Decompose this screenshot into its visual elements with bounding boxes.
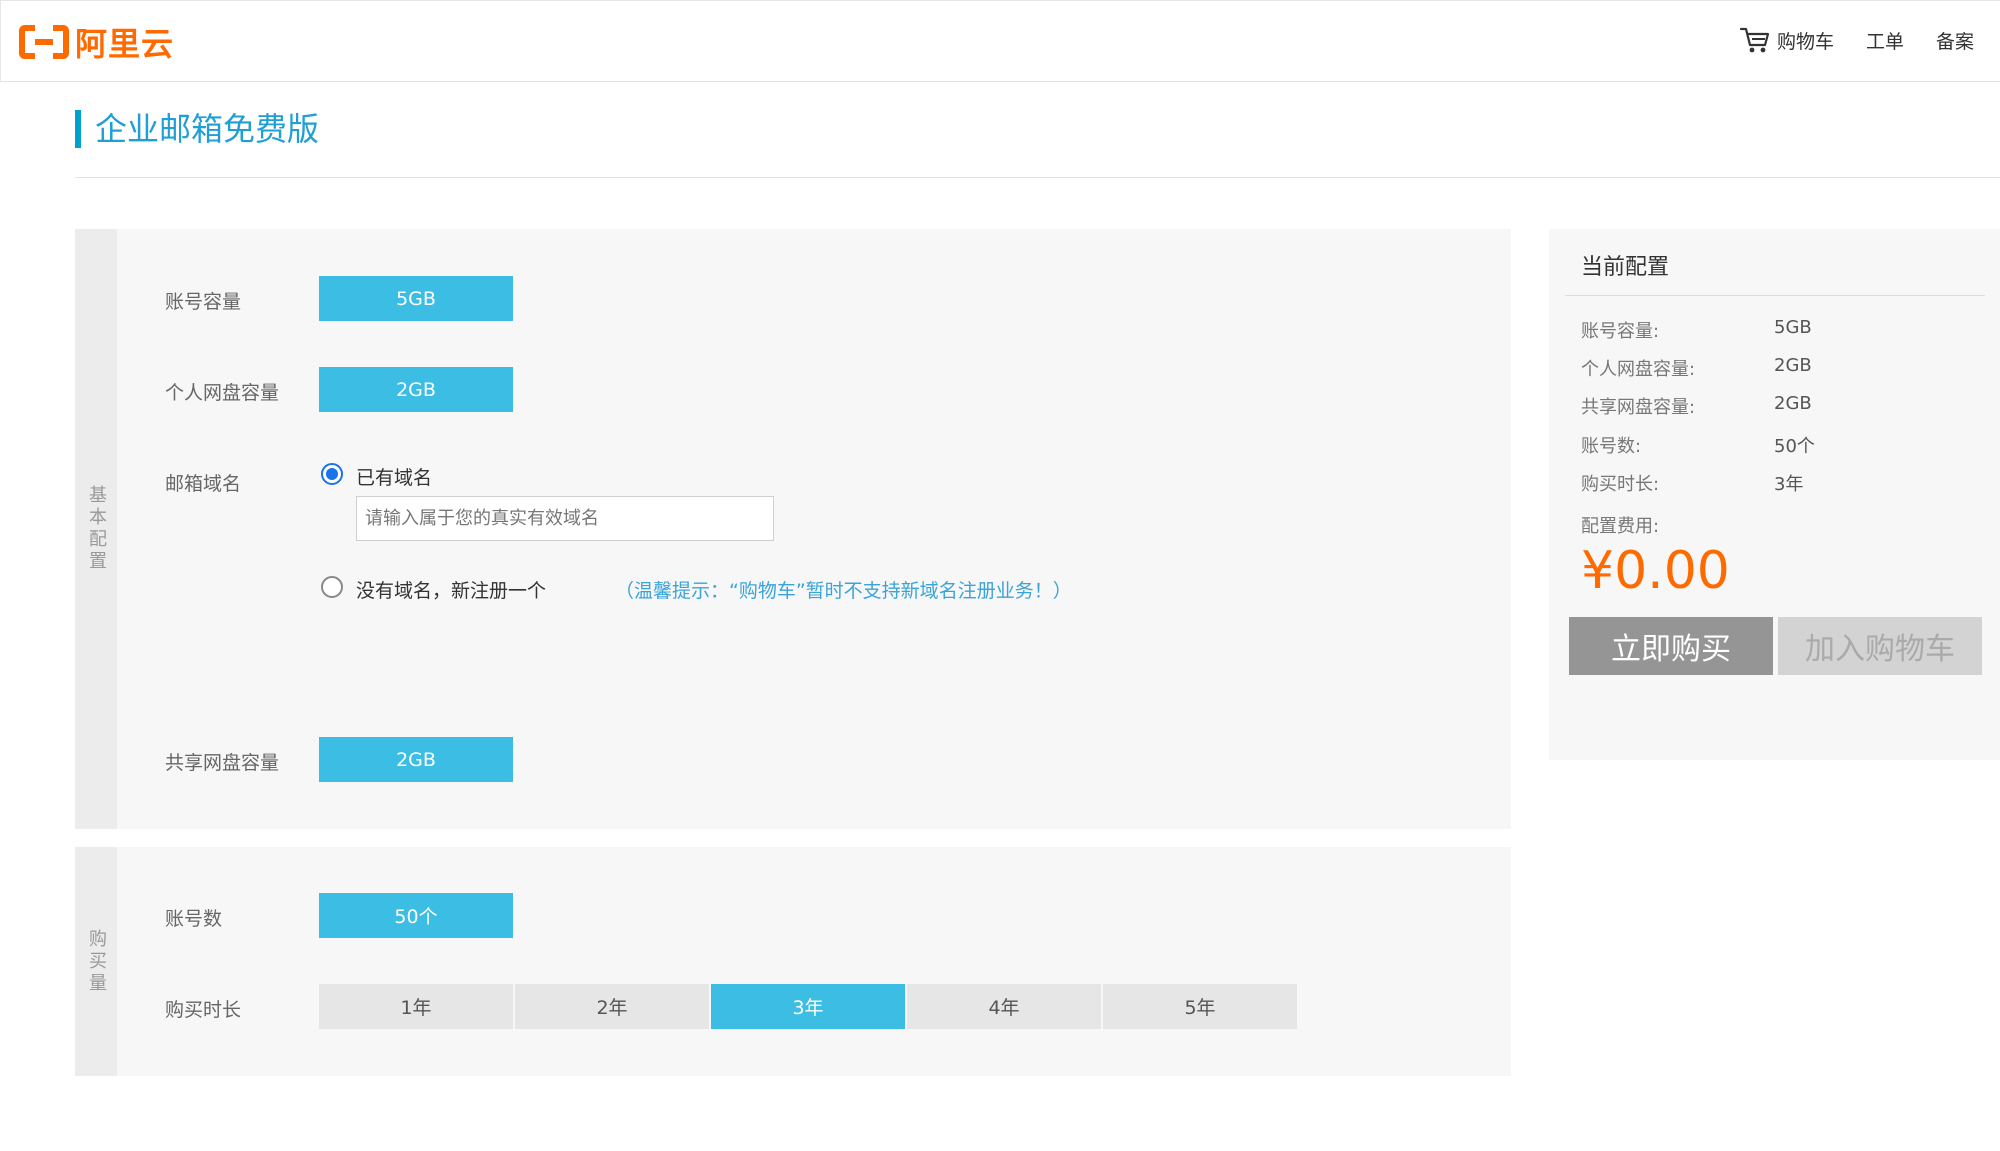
- top-bar: 阿里云 购物车 工单 备案: [0, 0, 2000, 82]
- add-to-cart-button[interactable]: 加入购物车: [1778, 617, 1982, 675]
- summary-value: 50个: [1774, 436, 1815, 457]
- summary-value: 5GB: [1774, 317, 1812, 338]
- duration-option-5[interactable]: 5年: [1103, 984, 1297, 1029]
- shared-disk-label: 共享网盘容量: [165, 752, 280, 774]
- current-config-panel: 当前配置 账号容量: 5GB 个人网盘容量: 2GB 共享网盘容量: 2GB 账…: [1549, 229, 2000, 760]
- basic-config-panel: 基本配置 账号容量 5GB 个人网盘容量 2GB 邮箱域名 已有域名 没有域名，…: [75, 229, 1511, 829]
- summary-divider: [1565, 295, 1985, 296]
- purchase-panel: 购买量 账号数 50个 购买时长 1年 2年 3年 4年 5年: [75, 847, 1511, 1076]
- current-config-title: 当前配置: [1581, 255, 1670, 280]
- no-domain-label[interactable]: 没有域名，新注册一个: [356, 576, 546, 603]
- no-domain-radio[interactable]: [321, 576, 343, 598]
- page-title: 企业邮箱免费版: [75, 110, 319, 148]
- aliyun-logo-icon: [19, 25, 69, 59]
- buy-now-button[interactable]: 立即购买: [1569, 617, 1773, 675]
- logo-text: 阿里云: [75, 25, 175, 63]
- duration-option-4[interactable]: 4年: [907, 984, 1101, 1029]
- has-domain-label[interactable]: 已有域名: [356, 463, 432, 490]
- basic-config-side-label: 基本配置: [75, 229, 117, 829]
- summary-key: 购买时长:: [1581, 474, 1660, 495]
- top-nav: 购物车 工单 备案: [1707, 25, 1974, 55]
- nav-record[interactable]: 备案: [1936, 27, 1974, 54]
- summary-key: 个人网盘容量:: [1581, 359, 1696, 380]
- fee-label: 配置费用:: [1581, 516, 1660, 537]
- account-capacity-label: 账号容量: [165, 291, 242, 313]
- nav-ticket[interactable]: 工单: [1866, 27, 1904, 54]
- title-divider: [75, 177, 2000, 178]
- domain-input[interactable]: [356, 496, 774, 541]
- nav-cart-label: 购物车: [1776, 30, 1834, 53]
- mail-domain-label: 邮箱域名: [165, 473, 242, 495]
- duration-label: 购买时长: [165, 999, 242, 1021]
- duration-option-3-selected[interactable]: 3年: [711, 984, 905, 1029]
- duration-option-2[interactable]: 2年: [515, 984, 709, 1029]
- summary-key: 账号数:: [1581, 436, 1642, 457]
- summary-key: 账号容量:: [1581, 321, 1660, 342]
- shared-disk-option[interactable]: 2GB: [319, 737, 513, 782]
- nav-cart[interactable]: 购物车: [1739, 25, 1834, 55]
- has-domain-radio[interactable]: [321, 463, 343, 485]
- personal-disk-option[interactable]: 2GB: [319, 367, 513, 412]
- domain-hint: （温馨提示：“购物车”暂时不支持新域名注册业务！）: [615, 580, 1072, 602]
- aliyun-logo[interactable]: 阿里云: [19, 23, 174, 63]
- accounts-option[interactable]: 50个: [319, 893, 513, 938]
- duration-option-1[interactable]: 1年: [319, 984, 513, 1029]
- purchase-side-label: 购买量: [75, 847, 117, 1076]
- price-value: ¥0.00: [1581, 541, 1730, 601]
- cart-icon: [1739, 27, 1770, 53]
- personal-disk-label: 个人网盘容量: [165, 382, 280, 404]
- summary-value: 3年: [1774, 474, 1804, 495]
- summary-value: 2GB: [1774, 393, 1812, 414]
- summary-key: 共享网盘容量:: [1581, 397, 1696, 418]
- accounts-label: 账号数: [165, 908, 223, 930]
- account-capacity-option[interactable]: 5GB: [319, 276, 513, 321]
- summary-value: 2GB: [1774, 355, 1812, 376]
